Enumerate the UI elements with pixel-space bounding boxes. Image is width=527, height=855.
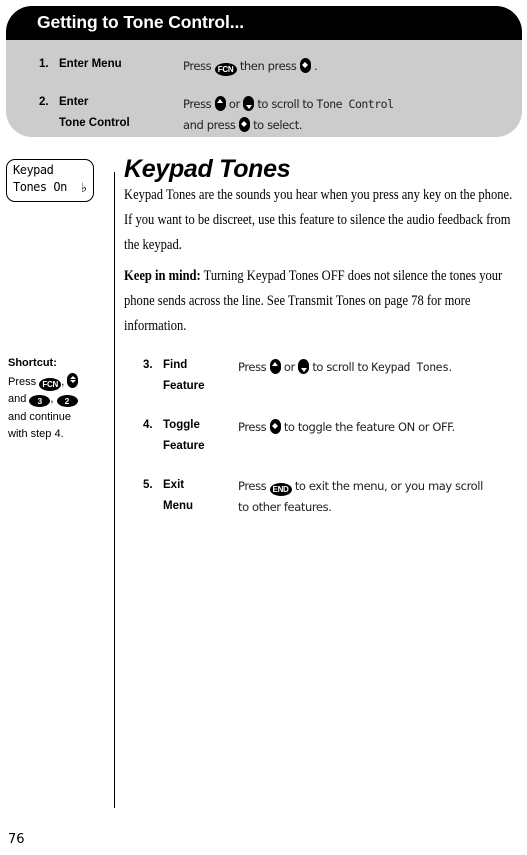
shortcut-note: Shortcut: Press FCN, and 3, 2 and contin… [8, 355, 108, 444]
step-4-desc-toggle: to toggle the feature ON or OFF. [283, 420, 455, 434]
step-2-lcd-text: Tone Control [316, 97, 394, 111]
shortcut-and-label: and [8, 393, 27, 405]
fcn-key-icon[interactable]: FCN [214, 63, 237, 76]
step-1-desc-period: . [314, 59, 318, 73]
shortcut-title: Shortcut: [8, 357, 57, 369]
shortcut-press-label: Press [8, 375, 37, 388]
digit-3-key-icon[interactable]: 3 [29, 395, 51, 407]
step-2-number: 2. [39, 96, 49, 108]
step-3-lcd-text: Keypad Tones [371, 360, 449, 374]
down-key-icon[interactable] [243, 96, 255, 111]
step-5-description-line1: Press END to exit the menu, or you may s… [238, 479, 483, 496]
step-4-desc-press: Press [238, 420, 267, 434]
step-2-desc-press: Press [183, 97, 212, 111]
lcd-display: Keypad Tones On ♭ [6, 159, 94, 202]
step-2-desc-select: to select. [253, 118, 303, 132]
step-1-number: 1. [39, 58, 49, 70]
step-2-desc-or: or [228, 97, 240, 111]
step-3-desc-press: Press [238, 360, 267, 374]
getting-to-callout: Getting to Tone Control... 1. Enter Menu… [6, 6, 522, 137]
shortcut-line-3: and continue [8, 410, 71, 423]
step-5-number: 5. [143, 479, 153, 491]
step-2-description-line1: Press or to scroll to Tone Control [183, 96, 394, 111]
intro-paragraph: Keypad Tones are the sounds you hear whe… [124, 187, 513, 253]
step-1-desc-press: Press [183, 59, 212, 73]
shortcut-line-2: and 3, 2 [8, 391, 108, 409]
step-5-label-line1: Exit [163, 479, 185, 491]
keep-in-mind-paragraph: Keep in mind: Turning Keypad Tones OFF d… [124, 264, 522, 339]
column-divider [114, 172, 115, 808]
bell-icon: ♭ [80, 180, 87, 195]
step-3-desc-or: or [283, 360, 295, 374]
step-5-description-line2: to other features. [238, 500, 332, 514]
step-4-number: 4. [143, 419, 153, 431]
step-2-desc-scroll: to scroll to [257, 97, 314, 111]
page-number: 76 [8, 832, 25, 847]
step-3-description: Press or to scroll to Keypad Tones. [238, 359, 452, 374]
callout-title: Getting to Tone Control... [37, 12, 245, 32]
step-3-desc-period: . [448, 360, 453, 374]
keep-in-mind-lead: Keep in mind: [124, 268, 201, 284]
up-key-icon[interactable] [269, 359, 281, 374]
step-3-number: 3. [143, 359, 153, 371]
lcd-line-1: Keypad [13, 163, 54, 177]
step-2-label-line1: Enter [59, 96, 89, 108]
digit-2-key-icon[interactable]: 2 [56, 395, 78, 407]
step-5-desc-press: Press [238, 479, 267, 493]
shortcut-line-4: with step 4. [8, 428, 64, 440]
step-5-desc-exit: to exit the menu, or you may scroll [294, 479, 483, 493]
lcd-line-2: Tones On [13, 180, 67, 194]
up-key-icon[interactable] [214, 96, 226, 111]
step-3-label-line1: Find [163, 359, 188, 371]
step-2-label-line2: Tone Control [59, 117, 130, 129]
step-5-label-line2: Menu [163, 500, 194, 512]
step-2-description-line2: and press to select. [183, 117, 302, 132]
step-3-label-line2: Feature [163, 380, 205, 392]
step-1-desc-then: then press [239, 59, 297, 73]
step-4-label-line1: Toggle [163, 419, 200, 431]
step-1-description: Press FCN then press . [183, 58, 318, 76]
down-key-icon[interactable] [298, 359, 310, 374]
page-title: Keypad Tones [124, 155, 291, 183]
fcn-key-icon[interactable]: FCN [39, 377, 62, 391]
select-key-icon[interactable] [269, 419, 281, 434]
step-3-desc-scroll: to scroll to [312, 360, 369, 374]
select-key-icon[interactable] [238, 117, 250, 132]
shortcut-comma-2: , [50, 393, 54, 405]
step-2-desc-and-press: and press [183, 118, 236, 132]
shortcut-comma-1: , [61, 375, 65, 388]
end-key-icon[interactable]: END [269, 483, 292, 496]
step-1-label: Enter Menu [59, 58, 122, 70]
select-key-icon[interactable] [67, 372, 79, 388]
select-key-icon[interactable] [299, 58, 311, 73]
step-4-label-line2: Feature [163, 440, 205, 452]
shortcut-line-1: Press FCN, [8, 372, 108, 392]
step-4-description: Press to toggle the feature ON or OFF. [238, 419, 455, 434]
